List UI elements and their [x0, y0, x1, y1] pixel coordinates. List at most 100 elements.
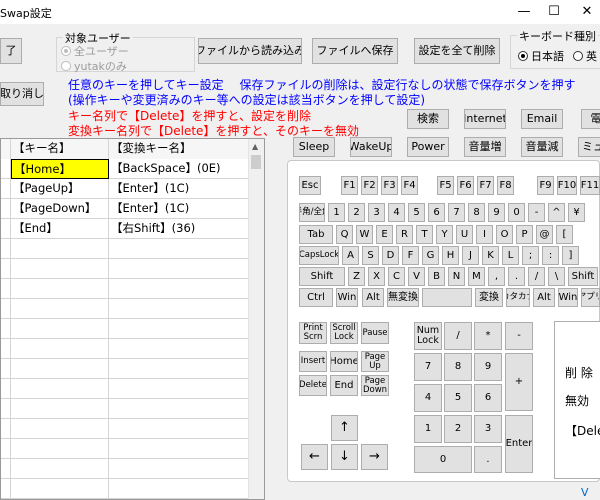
ok-button[interactable]: 了 [0, 38, 22, 64]
delete-drop-area[interactable]: 削 除 無効 【Delet [554, 321, 600, 479]
key-left-shift[interactable]: Shift [299, 267, 345, 286]
key-numpad-multiply[interactable]: * [474, 322, 502, 350]
key-at[interactable]: @ [536, 225, 553, 244]
empty-cell[interactable] [1, 479, 11, 499]
table-row[interactable]: 【PageDown】 【Enter】(1C) [1, 199, 251, 219]
key-hankaku-zenkaku[interactable]: 半角/全角 [299, 203, 325, 222]
key-f3[interactable]: F3 [381, 176, 398, 195]
key-calculator[interactable]: 電 [581, 109, 600, 129]
key-name-cell[interactable]: 【PageDown】 [11, 199, 109, 219]
empty-cell[interactable] [109, 239, 251, 259]
key-numlock[interactable]: Num Lock [414, 322, 442, 350]
key-0[interactable]: 0 [508, 203, 525, 222]
key-end[interactable]: End [330, 375, 358, 396]
table-row[interactable] [1, 239, 251, 259]
key-left-win[interactable]: Win [336, 288, 358, 307]
key-9[interactable]: 9 [488, 203, 505, 222]
empty-cell[interactable] [109, 419, 251, 439]
table-row[interactable] [1, 359, 251, 379]
table-row[interactable] [1, 479, 251, 499]
key-2[interactable]: 2 [348, 203, 365, 222]
key-f6[interactable]: F6 [457, 176, 474, 195]
table-row[interactable]: 【End】 【右Shift】(36) [1, 219, 251, 239]
key-comma[interactable]: , [488, 267, 505, 286]
key-p[interactable]: P [516, 225, 533, 244]
key-3[interactable]: 3 [368, 203, 385, 222]
key-delete[interactable]: Delete [299, 375, 327, 396]
key-e[interactable]: E [376, 225, 393, 244]
key-scroll-lock[interactable]: Scroll Lock [330, 322, 358, 344]
key-application[interactable]: アプリ [581, 288, 600, 307]
key-m[interactable]: M [468, 267, 485, 286]
radio-english[interactable]: 英 [573, 48, 597, 64]
empty-cell[interactable] [109, 339, 251, 359]
empty-cell[interactable] [109, 479, 251, 499]
table-row[interactable] [1, 459, 251, 479]
key-arrow-up[interactable]: ↑ [331, 415, 358, 441]
delete-all-button[interactable]: 設定を全て削除 [414, 38, 500, 64]
key-q[interactable]: Q [336, 225, 353, 244]
key-tab[interactable]: Tab [299, 225, 333, 244]
empty-cell[interactable] [1, 279, 11, 299]
scroll-thumb[interactable] [251, 155, 261, 169]
key-right-win[interactable]: Win [558, 288, 578, 307]
key-power[interactable]: Power [407, 137, 449, 157]
key-y[interactable]: Y [436, 225, 453, 244]
key-page-down[interactable]: Page Down [361, 375, 389, 396]
key-f9[interactable]: F9 [537, 176, 554, 195]
empty-cell[interactable] [109, 259, 251, 279]
empty-cell[interactable] [1, 399, 11, 419]
key-ctrl[interactable]: Ctrl [299, 288, 333, 307]
key-f2[interactable]: F2 [361, 176, 378, 195]
table-row[interactable] [1, 299, 251, 319]
key-numpad-1[interactable]: 1 [414, 415, 442, 443]
key-c[interactable]: C [388, 267, 405, 286]
key-numpad-5[interactable]: 5 [444, 384, 472, 412]
key-name-cell[interactable]: 【Home】 [11, 159, 109, 179]
key-numpad-8[interactable]: 8 [444, 353, 472, 381]
key-numpad-minus[interactable]: - [505, 322, 533, 350]
key-muhenkan[interactable]: 無変換 [387, 288, 419, 307]
key-home[interactable]: Home [330, 351, 358, 372]
maximize-icon[interactable]: ☐ [541, 2, 567, 22]
key-numpad-9[interactable]: 9 [474, 353, 502, 381]
key-f4[interactable]: F4 [401, 176, 418, 195]
empty-cell[interactable] [109, 359, 251, 379]
key-arrow-right[interactable]: → [361, 444, 388, 470]
load-from-file-button[interactable]: ファイルから読み込み [198, 38, 302, 64]
converted-key-cell[interactable]: 【BackSpace】(0E) [109, 159, 251, 179]
empty-cell[interactable] [1, 459, 11, 479]
key-mute[interactable]: ミュ [578, 137, 600, 157]
key-f7[interactable]: F7 [477, 176, 494, 195]
empty-cell[interactable] [1, 419, 11, 439]
key-arrow-left[interactable]: ← [301, 444, 328, 470]
key-internet[interactable]: Internet [464, 109, 506, 129]
empty-cell[interactable] [11, 419, 109, 439]
key-n[interactable]: N [448, 267, 465, 286]
key-arrow-down[interactable]: ↓ [331, 444, 358, 470]
empty-cell[interactable] [11, 319, 109, 339]
key-space[interactable] [422, 288, 472, 307]
table-row[interactable] [1, 339, 251, 359]
key-pause[interactable]: Pause [361, 322, 389, 344]
cancel-button[interactable]: 取り消し [0, 82, 44, 106]
key-a[interactable]: A [342, 246, 359, 265]
key-email[interactable]: Email [521, 109, 563, 129]
key-f1[interactable]: F1 [341, 176, 358, 195]
radio-japanese[interactable]: 日本語 [518, 48, 564, 64]
key-f[interactable]: F [402, 246, 419, 265]
key-r[interactable]: R [396, 225, 413, 244]
key-mapping-table[interactable]: 【キー名】 【変換キー名】 【Home】 【BackSpace】(0E) 【Pa… [0, 138, 265, 500]
key-left-alt[interactable]: Alt [362, 288, 384, 307]
empty-cell[interactable] [11, 259, 109, 279]
key-caret[interactable]: ^ [548, 203, 565, 222]
empty-cell[interactable] [11, 399, 109, 419]
empty-cell[interactable] [1, 319, 11, 339]
converted-key-cell[interactable]: 【Enter】(1C) [109, 199, 251, 219]
key-minus[interactable]: - [528, 203, 545, 222]
key-volume-down[interactable]: 音量減 [521, 137, 563, 157]
key-numpad-7[interactable]: 7 [414, 353, 442, 381]
empty-cell[interactable] [1, 339, 11, 359]
key-s[interactable]: S [362, 246, 379, 265]
empty-cell[interactable] [109, 379, 251, 399]
